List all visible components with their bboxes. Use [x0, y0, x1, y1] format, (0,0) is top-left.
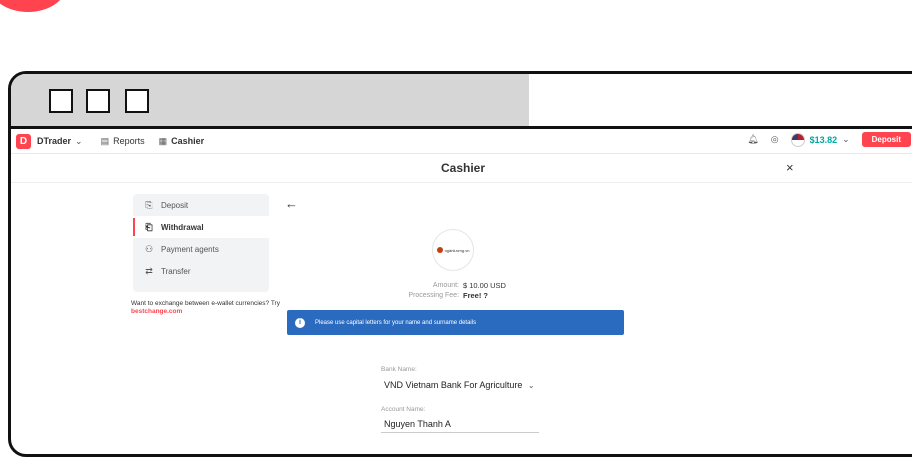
reports-icon: ▤ — [100, 135, 110, 146]
sidebar-item-label: Withdrawal — [161, 222, 204, 232]
bell-icon[interactable]: 🔔︎ — [747, 134, 758, 145]
sidebar-item-label: Transfer — [161, 266, 191, 276]
deriv-logo[interactable]: D — [16, 133, 31, 149]
bank-name-label: Bank Name: — [381, 366, 417, 373]
app-header: D DTrader ⌄ ▤ Reports ▦ Cashier 🔔︎ ◎ $13… — [11, 129, 912, 154]
cashier-title-bar: Cashier × — [11, 154, 912, 183]
chevron-down-icon: ⌄ — [527, 381, 535, 390]
sidebar-item-label: Deposit — [161, 200, 189, 210]
cashier-label: Cashier — [171, 136, 205, 146]
sidebar-item-transfer[interactable]: ⇄ Transfer — [133, 260, 269, 282]
exchange-note: Want to exchange between e-wallet curren… — [131, 300, 281, 316]
payment-agents-icon: ⚇ — [144, 243, 154, 254]
amount-value-text: $ 10.00 USD — [463, 281, 506, 290]
cashier-sidenav: ⎘ Deposit ⎗ Withdrawal ⚇ Payment agents … — [133, 194, 269, 292]
cashier-link[interactable]: ▦ Cashier — [159, 136, 205, 147]
chevron-down-icon: ⌄ — [75, 135, 83, 146]
amount-value: $ 10.00 USD — [463, 281, 506, 290]
browser-frame: D DTrader ⌄ ▤ Reports ▦ Cashier 🔔︎ ◎ $13… — [8, 71, 912, 457]
bestchange-link[interactable]: bestchange.com — [131, 308, 182, 315]
bank-name-value: VND Vietnam Bank For Agriculture — [384, 380, 523, 390]
header-right: 🔔︎ ◎ $13.82 ⌄ Deposit — [747, 132, 911, 147]
fee-value-text: Free! ? — [463, 291, 489, 300]
exchange-note-text: Want to exchange between e-wallet curren… — [131, 300, 280, 307]
sidebar-item-withdrawal[interactable]: ⎗ Withdrawal — [133, 216, 269, 238]
transfer-icon: ⇄ — [145, 265, 153, 276]
decorative-circle — [0, 0, 66, 12]
sidebar-item-deposit[interactable]: ⎘ Deposit — [133, 194, 269, 216]
window-control-box[interactable] — [49, 89, 73, 113]
close-icon[interactable]: × — [786, 160, 794, 175]
sidebar-item-label: Payment agents — [161, 244, 219, 254]
us-flag-icon — [790, 132, 805, 147]
page-title: Cashier — [440, 161, 486, 175]
withdrawal-icon: ⎗ — [145, 221, 153, 232]
bank-name-select[interactable]: VND Vietnam Bank For Agriculture ⌄ — [384, 380, 535, 390]
deposit-icon: ⎘ — [145, 199, 153, 210]
sidebar-item-payment-agents[interactable]: ⚇ Payment agents — [133, 238, 269, 260]
back-arrow-icon[interactable]: ← — [285, 196, 298, 211]
account-name-input[interactable]: Nguyen Thanh A — [384, 419, 451, 429]
dtrader-label: DTrader — [37, 136, 72, 146]
dtrader-menu[interactable]: DTrader ⌄ — [37, 136, 83, 147]
provider-name: ngânlượng.vn — [444, 247, 470, 253]
cashier-icon: ▦ — [158, 135, 168, 146]
provider-logo-mark — [436, 247, 443, 253]
account-name-label: Account Name: — [381, 406, 426, 413]
window-titlebar — [11, 74, 912, 126]
reports-link[interactable]: ▤ Reports — [101, 136, 145, 147]
info-icon: i — [295, 317, 305, 328]
amount-label: Amount: — [432, 282, 459, 289]
provider-logo: ngânlượng.vn — [432, 229, 474, 271]
account-icon[interactable]: ◎ — [771, 134, 779, 145]
balance: $13.82 — [809, 134, 838, 145]
fee-value: Free! ? — [463, 291, 488, 300]
account-switcher[interactable]: $13.82 ⌄ — [790, 132, 850, 147]
fee-label: Processing Fee: — [408, 292, 459, 299]
window-control-box[interactable] — [125, 89, 149, 113]
deposit-button[interactable]: Deposit — [861, 132, 911, 147]
chevron-down-icon: ⌄ — [842, 134, 850, 144]
reports-label: Reports — [113, 136, 145, 146]
info-banner: i Please use capital letters for your na… — [287, 310, 624, 335]
window-control-box[interactable] — [86, 89, 110, 113]
info-banner-text: Please use capital letters for your name… — [315, 319, 477, 326]
